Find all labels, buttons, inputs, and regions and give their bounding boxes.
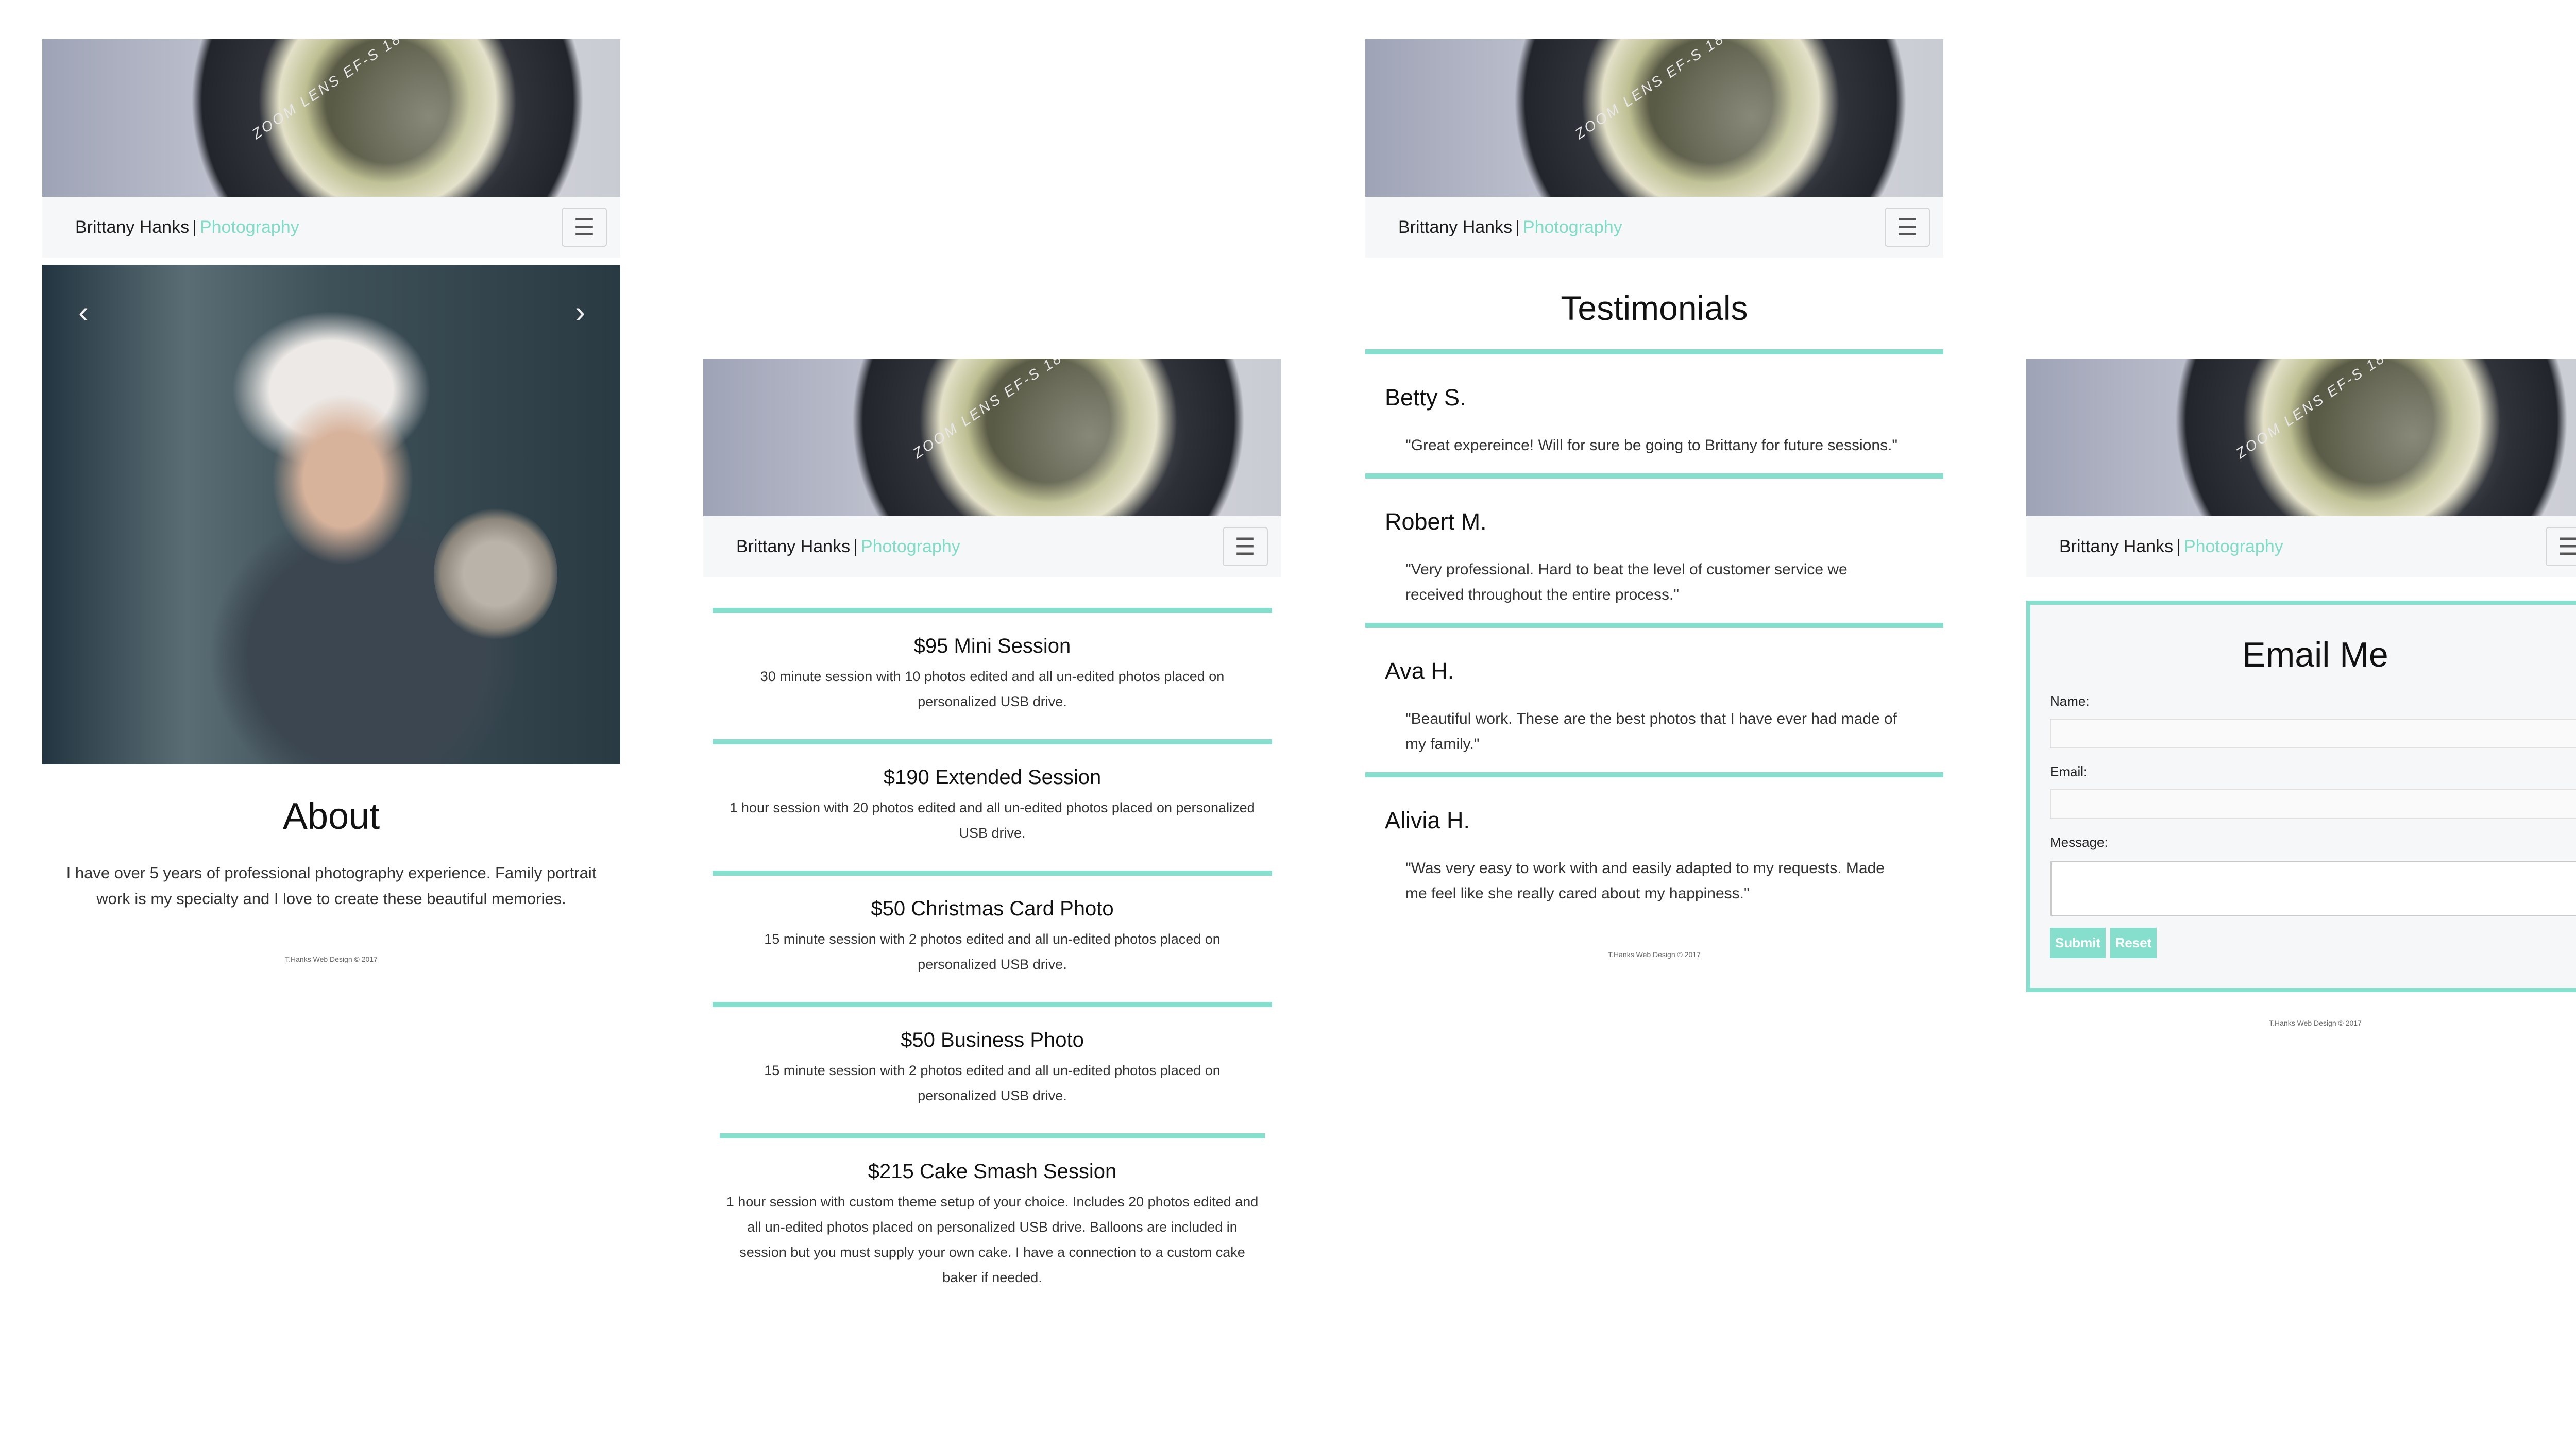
hamburger-icon: ☰	[1896, 214, 1918, 241]
navbar: Brittany Hanks | Photography ☰	[703, 516, 1281, 577]
testimonial-quote: "Great expereince! Will for sure be goin…	[1405, 437, 1898, 454]
hamburger-icon: ☰	[1234, 533, 1256, 560]
divider	[713, 871, 1272, 876]
brand-name[interactable]: Brittany Hanks	[736, 537, 850, 557]
navbar: Brittany Hanks | Photography ☰	[42, 197, 620, 258]
contact-form: Email Me Name: Email: Message: Submit Re…	[2026, 601, 2576, 992]
testimonials-title: Testimonials	[1561, 289, 1748, 327]
hamburger-icon: ☰	[573, 214, 595, 241]
service-description: 1 hour session with custom theme setup o…	[726, 1194, 1259, 1285]
brand-name[interactable]: Brittany Hanks	[1398, 217, 1512, 237]
testimonials-page: ZOOM LENS EF-S 18-135mm Brittany Hanks |…	[1365, 39, 1943, 959]
service-item: $190 Extended Session 1 hour session wit…	[703, 739, 1281, 846]
header-lens-image: ZOOM LENS EF-S 18-135mm	[42, 39, 620, 197]
footer: T.Hanks Web Design © 2017	[1608, 950, 1701, 959]
carousel-next-icon[interactable]: ›	[575, 297, 585, 328]
brand-separator: |	[853, 536, 858, 556]
about-text: I have over 5 years of professional phot…	[66, 864, 597, 908]
service-description: 1 hour session with 20 photos edited and…	[730, 800, 1255, 841]
divider	[713, 1002, 1272, 1007]
form-title: Email Me	[2242, 635, 2388, 674]
reset-button[interactable]: Reset	[2110, 928, 2157, 958]
header-lens-image: ZOOM LENS EF-S 18-135mm	[2026, 359, 2576, 516]
submit-button[interactable]: Submit	[2050, 928, 2106, 958]
name-field[interactable]	[2050, 719, 2576, 748]
divider	[1365, 772, 1943, 777]
testimonial-item: Alivia H. "Was very easy to work with an…	[1365, 807, 1943, 906]
brand-separator: |	[2176, 536, 2181, 556]
brand-name[interactable]: Brittany Hanks	[2059, 537, 2173, 557]
brand-accent[interactable]: Photography	[200, 217, 299, 237]
service-item: $50 Christmas Card Photo 15 minute sessi…	[703, 871, 1281, 977]
service-item: $50 Business Photo 15 minute session wit…	[703, 1002, 1281, 1109]
brand-accent[interactable]: Photography	[2184, 537, 2283, 557]
testimonial-author: Ava H.	[1385, 658, 1454, 684]
testimonial-item: Betty S. "Great expereince! Will for sur…	[1365, 384, 1943, 458]
message-label: Message:	[2050, 834, 2108, 850]
about-page: ZOOM LENS EF-S 18-135mm Brittany Hanks |…	[42, 39, 620, 963]
service-description: 15 minute session with 2 photos edited a…	[764, 931, 1221, 972]
carousel: ‹ ›	[42, 265, 620, 764]
header-lens-image: ZOOM LENS EF-S 18-135mm	[703, 359, 1281, 516]
service-description: 30 minute session with 10 photos edited …	[760, 669, 1225, 709]
carousel-prev-icon[interactable]: ‹	[78, 297, 89, 328]
menu-toggle-button[interactable]: ☰	[1885, 208, 1930, 247]
divider	[1365, 623, 1943, 628]
brand-name[interactable]: Brittany Hanks	[75, 217, 189, 237]
hamburger-icon: ☰	[2557, 533, 2576, 560]
testimonial-author: Robert M.	[1385, 508, 1487, 535]
service-title: $95 Mini Session	[913, 635, 1071, 657]
testimonial-quote: "Very professional. Hard to beat the lev…	[1405, 561, 1848, 603]
footer: T.Hanks Web Design © 2017	[2269, 1019, 2362, 1027]
service-title: $190 Extended Session	[883, 766, 1101, 789]
testimonial-item: Robert M. "Very professional. Hard to be…	[1365, 508, 1943, 607]
navbar: Brittany Hanks | Photography ☰	[1365, 197, 1943, 258]
divider	[713, 608, 1272, 613]
testimonial-item: Ava H. "Beautiful work. These are the be…	[1365, 658, 1943, 757]
services-page: ZOOM LENS EF-S 18-135mm Brittany Hanks |…	[703, 359, 1281, 1290]
service-item: $95 Mini Session 30 minute session with …	[703, 608, 1281, 714]
about-title: About	[282, 796, 380, 837]
service-title: $50 Business Photo	[901, 1029, 1084, 1051]
testimonial-author: Alivia H.	[1385, 807, 1470, 833]
brand-separator: |	[192, 217, 197, 237]
testimonial-quote: "Beautiful work. These are the best phot…	[1405, 710, 1897, 753]
header-lens-image: ZOOM LENS EF-S 18-135mm	[1365, 39, 1943, 197]
service-title: $50 Christmas Card Photo	[871, 897, 1114, 920]
menu-toggle-button[interactable]: ☰	[2546, 527, 2576, 566]
menu-toggle-button[interactable]: ☰	[1223, 527, 1268, 566]
footer: T.Hanks Web Design © 2017	[285, 955, 378, 963]
menu-toggle-button[interactable]: ☰	[562, 208, 607, 247]
divider	[1365, 473, 1943, 479]
contact-page: ZOOM LENS EF-S 18-135mm Brittany Hanks |…	[2026, 359, 2576, 1027]
testimonial-author: Betty S.	[1385, 384, 1466, 411]
testimonial-quote: "Was very easy to work with and easily a…	[1405, 860, 1885, 902]
name-label: Name:	[2050, 693, 2090, 709]
divider	[1365, 349, 1943, 354]
service-title: $215 Cake Smash Session	[868, 1160, 1117, 1183]
brand-accent[interactable]: Photography	[1523, 217, 1622, 237]
brand-accent[interactable]: Photography	[861, 537, 960, 557]
email-label: Email:	[2050, 764, 2088, 779]
divider	[720, 1133, 1265, 1138]
email-field[interactable]	[2050, 789, 2576, 819]
divider	[713, 739, 1272, 744]
navbar: Brittany Hanks | Photography ☰	[2026, 516, 2576, 577]
message-field[interactable]	[2050, 861, 2576, 916]
brand-separator: |	[1515, 217, 1520, 237]
service-description: 15 minute session with 2 photos edited a…	[764, 1063, 1221, 1103]
service-item: $215 Cake Smash Session 1 hour session w…	[703, 1133, 1281, 1290]
